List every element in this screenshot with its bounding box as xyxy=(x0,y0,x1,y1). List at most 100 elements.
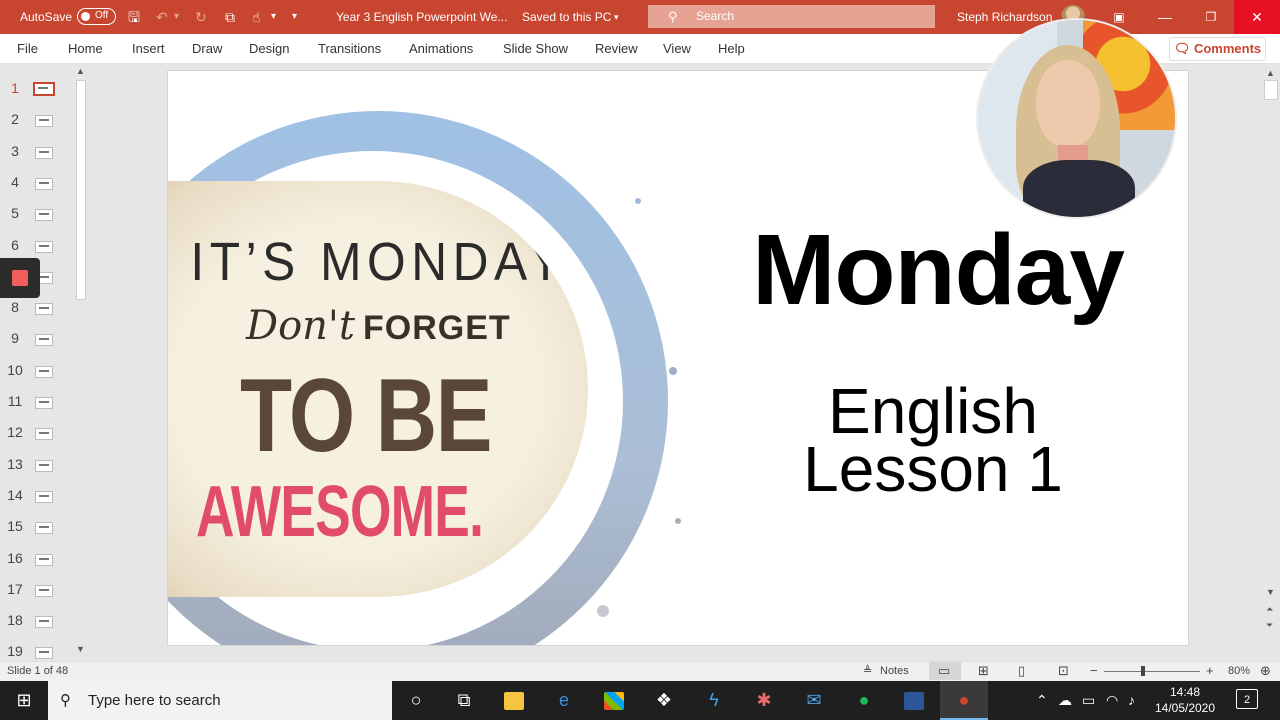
slide-thumbnail[interactable]: 11 xyxy=(0,385,70,416)
word-icon[interactable] xyxy=(890,681,938,720)
zoom-slider[interactable] xyxy=(1104,671,1200,672)
tab-design[interactable]: Design xyxy=(249,34,289,64)
customize-toolbar-icon[interactable]: ▾ xyxy=(292,8,297,26)
slide-thumbnail-preview[interactable] xyxy=(35,616,53,629)
tab-help[interactable]: Help xyxy=(718,34,745,64)
slide-thumbnail[interactable]: 9 xyxy=(0,322,70,353)
powerpoint-icon[interactable]: ● xyxy=(940,681,988,720)
bolt-app-icon[interactable]: ϟ xyxy=(690,681,738,720)
slide-thumbnail[interactable]: 12 xyxy=(0,416,70,447)
slide-sorter-icon[interactable]: ⊞ xyxy=(978,662,989,680)
slide-show-icon[interactable]: ⊡ xyxy=(1058,662,1069,680)
task-view-icon[interactable]: ⧉ xyxy=(440,681,488,720)
battery-icon[interactable]: ▭ xyxy=(1082,681,1095,720)
zoom-slider-handle[interactable] xyxy=(1141,666,1145,676)
comments-button[interactable]: 🗨 Comments xyxy=(1169,37,1266,61)
slide-scrollbar[interactable]: ▲ ▼ ⏶ ⏷ xyxy=(1262,64,1280,661)
scroll-thumb[interactable] xyxy=(76,80,86,300)
spotify-icon[interactable]: ● xyxy=(840,681,888,720)
zoom-in-icon[interactable]: + xyxy=(1206,662,1214,680)
touch-mode-icon[interactable]: ☝ xyxy=(252,8,261,26)
tab-view[interactable]: View xyxy=(663,34,691,64)
tab-transitions[interactable]: Transitions xyxy=(318,34,381,64)
save-status-chevron-icon[interactable]: ▾ xyxy=(614,0,619,34)
dropbox-icon[interactable]: ❖ xyxy=(640,681,688,720)
save-icon[interactable]: 🖫 xyxy=(128,8,140,26)
normal-view-icon[interactable]: ▭ xyxy=(938,662,950,680)
windows-start-icon[interactable]: ⊞ xyxy=(0,681,48,720)
fit-to-window-icon[interactable]: ⊕ xyxy=(1260,662,1271,680)
slide-thumbnail[interactable]: 17 xyxy=(0,573,70,604)
slide-thumbnail[interactable]: 4 xyxy=(0,166,70,197)
slide-thumbnail[interactable]: 18 xyxy=(0,604,70,635)
touch-dropdown-icon[interactable]: ▾ xyxy=(271,8,276,26)
close-icon[interactable]: ✕ xyxy=(1234,0,1280,34)
slide-thumbnail[interactable]: 19 xyxy=(0,635,70,661)
slide-thumbnail[interactable]: 3 xyxy=(0,135,70,166)
scroll-thumb[interactable] xyxy=(1264,80,1278,100)
slide-thumbnail-preview[interactable] xyxy=(35,553,53,566)
slide-thumbnail-preview[interactable] xyxy=(35,490,53,503)
tab-home[interactable]: Home xyxy=(68,34,103,64)
file-explorer-icon[interactable] xyxy=(490,681,538,720)
slide-thumbnail[interactable]: 6 xyxy=(0,229,70,260)
mail-icon[interactable]: ✉ xyxy=(790,681,838,720)
taskbar-search[interactable]: ⚲ Type here to search xyxy=(48,681,392,720)
slide-subtitle-line-2[interactable]: Lesson 1 xyxy=(768,437,1098,501)
redo-icon[interactable]: ↻ xyxy=(195,8,207,26)
tab-slide-show[interactable]: Slide Show xyxy=(503,34,568,64)
slide-thumbnail-preview[interactable] xyxy=(35,647,53,660)
slide-thumbnail[interactable]: 14 xyxy=(0,479,70,510)
notes-icon[interactable]: ≜ xyxy=(863,662,872,680)
slide-thumbnail[interactable]: 1 xyxy=(0,72,70,103)
slide-thumbnail[interactable]: 13 xyxy=(0,448,70,479)
search-box[interactable]: ⚲ Search xyxy=(648,5,935,28)
store-icon[interactable] xyxy=(590,681,638,720)
slide-thumbnail-preview[interactable] xyxy=(35,240,53,253)
slide-thumbnail-preview[interactable] xyxy=(35,428,53,441)
present-icon[interactable]: ⧉ xyxy=(225,8,235,26)
slide-thumbnail-preview[interactable] xyxy=(35,334,53,347)
network-app-icon[interactable]: ✱ xyxy=(740,681,788,720)
slide-thumbnail[interactable]: 10 xyxy=(0,354,70,385)
slide-thumbnail[interactable]: 15 xyxy=(0,510,70,541)
autosave-toggle[interactable]: Off xyxy=(77,8,116,25)
volume-icon[interactable]: ♪ xyxy=(1128,681,1135,720)
slide-thumbnail-preview[interactable] xyxy=(35,303,53,316)
restore-icon[interactable]: ❐ xyxy=(1188,0,1234,34)
onedrive-icon[interactable]: ☁ xyxy=(1058,681,1072,720)
undo-icon[interactable]: ↶ xyxy=(156,8,168,26)
system-clock[interactable]: 14:48 14/05/2020 xyxy=(1150,684,1220,716)
slide-thumbnail-preview[interactable] xyxy=(35,177,53,190)
recording-indicator[interactable] xyxy=(0,258,40,298)
save-status[interactable]: Saved to this PC xyxy=(522,0,611,34)
slide-thumbnail-preview[interactable] xyxy=(35,209,53,222)
tab-insert[interactable]: Insert xyxy=(132,34,165,64)
undo-dropdown-icon[interactable]: ▾ xyxy=(174,8,179,26)
tab-draw[interactable]: Draw xyxy=(192,34,222,64)
slide-thumbnail-preview[interactable] xyxy=(35,115,53,128)
slide-thumbnail-preview[interactable] xyxy=(35,459,53,472)
slide-thumbnail-preview[interactable] xyxy=(35,522,53,535)
previous-slide-icon[interactable]: ⏶ xyxy=(1266,604,1273,615)
tab-animations[interactable]: Animations xyxy=(409,34,473,64)
slide-thumbnail[interactable]: 16 xyxy=(0,542,70,573)
notes-button[interactable]: Notes xyxy=(880,662,909,680)
slide-thumbnail[interactable]: 2 xyxy=(0,103,70,134)
document-title[interactable]: Year 3 English Powerpoint We... xyxy=(336,0,507,34)
slide-thumbnail-preview[interactable] xyxy=(35,146,53,159)
next-slide-icon[interactable]: ⏷ xyxy=(1266,620,1273,631)
notification-center-icon[interactable]: 2 xyxy=(1236,689,1258,709)
thumbnail-scrollbar[interactable]: ▲ ▼ xyxy=(74,64,90,661)
scroll-up-icon[interactable]: ▲ xyxy=(1266,68,1275,78)
slide-thumbnail-preview[interactable] xyxy=(35,397,53,409)
slide-thumbnail[interactable]: 5 xyxy=(0,197,70,228)
reading-view-icon[interactable]: ▯ xyxy=(1018,662,1025,680)
zoom-out-icon[interactable]: − xyxy=(1090,662,1098,680)
scroll-up-icon[interactable]: ▲ xyxy=(76,66,85,76)
cortana-icon[interactable]: ○ xyxy=(392,681,440,720)
zoom-level[interactable]: 80% xyxy=(1228,662,1250,680)
edge-icon[interactable]: e xyxy=(540,681,588,720)
scroll-down-icon[interactable]: ▼ xyxy=(1266,587,1275,597)
tray-expand-icon[interactable]: ⌃ xyxy=(1036,681,1048,720)
